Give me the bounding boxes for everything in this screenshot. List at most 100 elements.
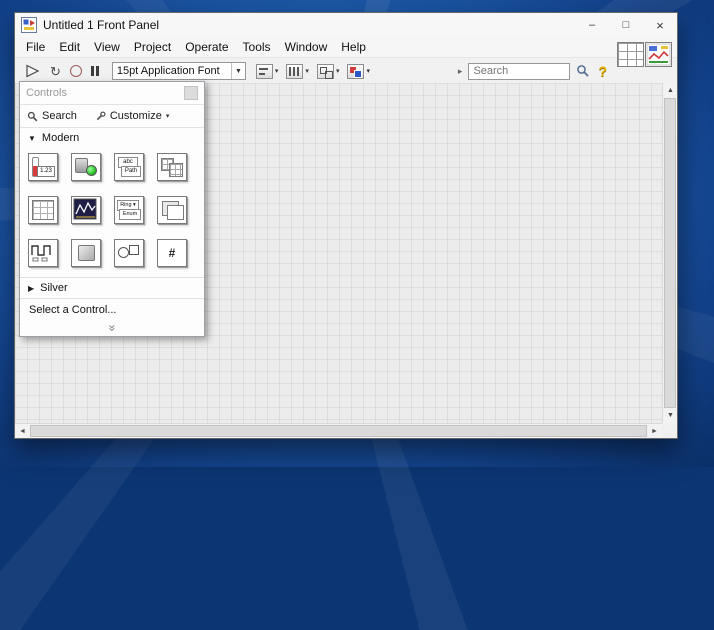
window-title: Untitled 1 Front Panel: [43, 18, 159, 32]
palette-row: Ring ▾ Enum: [25, 196, 202, 224]
pause-icon: [91, 66, 99, 76]
abort-icon: [70, 65, 82, 77]
scroll-down-icon[interactable]: ▼: [663, 408, 678, 423]
horizontal-scrollbar[interactable]: ◄ ►: [15, 423, 662, 438]
search-input[interactable]: [468, 63, 570, 80]
menu-help[interactable]: Help: [334, 38, 373, 56]
palette-refnum-icon[interactable]: #: [157, 239, 187, 267]
abort-button[interactable]: [70, 65, 82, 77]
menu-tools[interactable]: Tools: [236, 38, 278, 56]
vertical-scroll-thumb[interactable]: [664, 98, 676, 408]
circle-glyph: [118, 247, 129, 258]
palette-row: #: [25, 239, 202, 267]
vertical-scrollbar[interactable]: ▲ ▼: [662, 83, 677, 423]
palette-expand-button[interactable]: »: [20, 320, 204, 336]
minimize-button[interactable]: –: [575, 13, 609, 37]
toolbar-extension-chevron-icon[interactable]: ▸: [458, 66, 463, 77]
palette-section-modern[interactable]: ▼ Modern: [20, 128, 204, 148]
scroll-right-icon[interactable]: ►: [647, 424, 662, 439]
labview-app-icon: [21, 17, 37, 33]
search-icon: [27, 111, 38, 122]
palette-variant-class-icon[interactable]: [71, 239, 101, 267]
scroll-left-icon[interactable]: ◄: [15, 424, 30, 439]
path-glyph: Path: [121, 166, 141, 177]
palette-toolbar: Search Customize ▾: [20, 104, 204, 128]
palette-graph-icon[interactable]: [71, 196, 101, 224]
palette-numeric-icon[interactable]: 1.23: [28, 153, 58, 181]
chevron-down-icon: ▾: [366, 67, 370, 75]
palette-search-button[interactable]: Search: [42, 110, 77, 122]
menu-window[interactable]: Window: [278, 38, 335, 56]
waveform-glyph: [72, 197, 98, 221]
controls-palette: Controls Search Customize ▾ ▼ Mo: [19, 81, 205, 337]
distribute-objects-icon: [286, 64, 303, 79]
double-chevron-down-icon: »: [106, 325, 118, 332]
chevron-down-icon: ▾: [336, 67, 340, 75]
select-a-control-item[interactable]: Select a Control...: [20, 298, 204, 320]
menu-bar: File Edit View Project Operate Tools Win…: [15, 37, 677, 58]
labview-front-panel-window: Untitled 1 Front Panel – □ × File Edit V…: [14, 12, 678, 439]
triangle-right-icon: ▶: [28, 284, 34, 293]
triangle-down-icon: ▼: [28, 134, 36, 143]
matrix-grid-glyph: [169, 163, 183, 177]
continuous-run-icon: ↻: [50, 65, 61, 78]
chevron-down-icon: ▾: [305, 67, 309, 75]
connector-pane-icon[interactable]: [617, 42, 644, 67]
scroll-up-icon[interactable]: ▲: [663, 83, 678, 98]
pause-button[interactable]: [91, 66, 99, 76]
help-button[interactable]: ?: [598, 63, 607, 79]
square-glyph: [129, 245, 139, 255]
square-wave-glyph: [29, 240, 55, 264]
cube-glyph: [78, 245, 95, 261]
horizontal-scroll-thumb[interactable]: [30, 425, 647, 437]
menu-view[interactable]: View: [87, 38, 127, 56]
palette-title: Controls: [26, 87, 67, 99]
refnum-glyph: #: [158, 240, 186, 266]
desktop-background: Untitled 1 Front Panel – □ × File Edit V…: [0, 0, 714, 467]
menu-operate[interactable]: Operate: [178, 38, 235, 56]
align-objects-dropdown[interactable]: ▾: [256, 64, 279, 79]
wrench-icon: [95, 111, 106, 122]
section-label: Silver: [40, 282, 68, 294]
palette-containers-icon[interactable]: [157, 196, 187, 224]
title-bar[interactable]: Untitled 1 Front Panel – □ ×: [15, 13, 677, 37]
section-label: Modern: [42, 132, 79, 144]
run-button[interactable]: [25, 64, 41, 78]
enum-glyph: Enum: [119, 209, 141, 220]
search-icon[interactable]: [576, 64, 590, 78]
palette-array-matrix-cluster-icon[interactable]: [157, 153, 187, 181]
font-selector-value: 15pt Application Font: [117, 65, 220, 77]
distribute-objects-dropdown[interactable]: ▾: [286, 64, 309, 79]
menu-edit[interactable]: Edit: [52, 38, 87, 56]
led-glyph: [86, 165, 97, 176]
palette-pin-button[interactable]: [184, 86, 198, 100]
resize-objects-icon: [317, 64, 334, 79]
palette-list-table-tree-icon[interactable]: [28, 196, 58, 224]
resize-objects-dropdown[interactable]: ▾: [317, 64, 340, 79]
close-button[interactable]: ×: [643, 13, 677, 37]
maximize-button[interactable]: □: [609, 13, 643, 37]
chevron-down-icon: ▾: [166, 112, 170, 120]
vi-icon-art: [646, 43, 671, 66]
palette-boolean-icon[interactable]: [71, 153, 101, 181]
palette-ring-enum-icon[interactable]: Ring ▾ Enum: [114, 196, 144, 224]
palette-customize-button[interactable]: Customize: [110, 110, 162, 122]
menu-file[interactable]: File: [19, 38, 52, 56]
align-objects-icon: [256, 64, 273, 79]
run-arrow-icon: [25, 64, 41, 78]
palette-section-silver[interactable]: ▶ Silver: [20, 277, 204, 298]
palette-header[interactable]: Controls: [20, 82, 204, 104]
numeric-value-glyph: 1.23: [37, 166, 55, 177]
font-selector[interactable]: 15pt Application Font ▼: [112, 62, 246, 80]
chevron-down-icon: ▾: [275, 67, 279, 75]
font-selector-caret-icon: ▼: [231, 63, 245, 79]
reorder-dropdown[interactable]: ▾: [347, 64, 370, 79]
palette-decorations-icon[interactable]: [114, 239, 144, 267]
table-glyph: [32, 200, 54, 220]
palette-row: 1.23 abc Path: [25, 153, 202, 181]
palette-io-icon[interactable]: [28, 239, 58, 267]
palette-string-path-icon[interactable]: abc Path: [114, 153, 144, 181]
run-continuous-button[interactable]: ↻: [50, 65, 61, 78]
vi-icon[interactable]: [645, 42, 672, 67]
menu-project[interactable]: Project: [127, 38, 178, 56]
